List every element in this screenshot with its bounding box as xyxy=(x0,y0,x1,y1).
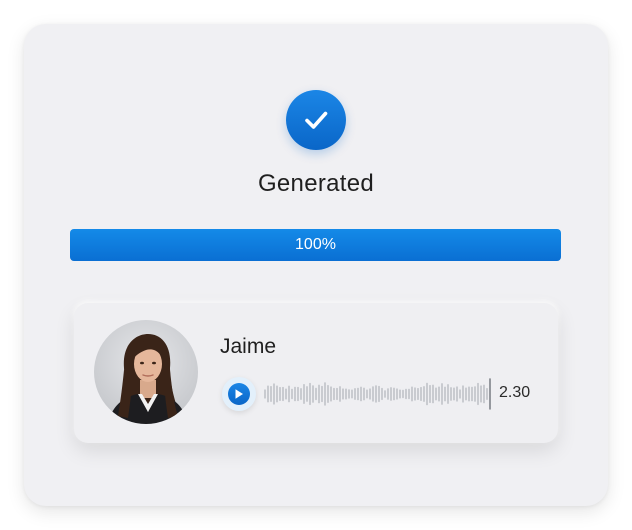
speaker-name: Jaime xyxy=(220,335,277,358)
play-icon xyxy=(228,383,250,405)
waveform-icon[interactable] xyxy=(264,376,492,412)
status-title: Generated xyxy=(257,170,375,197)
avatar xyxy=(94,320,198,424)
progress-bar: 100% xyxy=(70,229,561,261)
avatar-photo xyxy=(108,334,188,424)
audio-duration: 2.30 xyxy=(499,384,531,401)
progress-label: 100% xyxy=(295,236,336,253)
check-circle-icon xyxy=(286,90,346,150)
play-button[interactable] xyxy=(222,377,256,411)
